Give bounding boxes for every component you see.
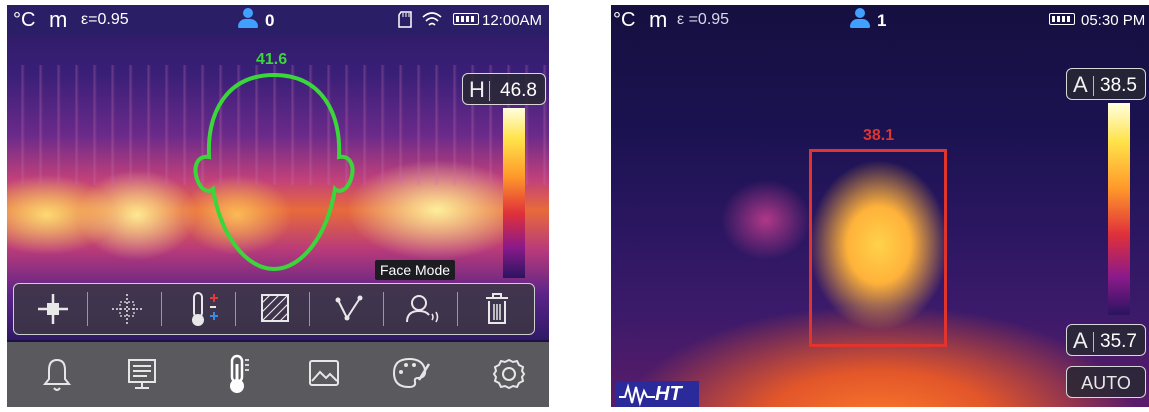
thermometer-icon xyxy=(230,354,249,393)
image-icon xyxy=(309,360,339,386)
unit-label: °C xyxy=(13,9,36,31)
wifi-icon xyxy=(422,12,442,26)
mode-label: m xyxy=(649,7,668,32)
menu-alarm[interactable] xyxy=(27,348,87,400)
measurement-toolbar xyxy=(13,283,535,335)
face-temperature-label: 38.1 xyxy=(863,127,895,144)
menu-settings[interactable] xyxy=(479,348,539,400)
tool-area-box[interactable] xyxy=(240,284,310,334)
menu-gallery[interactable] xyxy=(294,348,354,400)
clock-time: 05:30 PM xyxy=(1081,12,1146,29)
high-label: H xyxy=(469,77,485,102)
display-icon xyxy=(128,359,156,389)
emissivity-label: ε =0.95 xyxy=(677,11,730,28)
min-value: 35.7 xyxy=(1100,331,1137,352)
face-mode-icon xyxy=(406,295,439,323)
emissivity-label: ε=0.95 xyxy=(81,11,129,28)
person-count: 1 xyxy=(877,11,887,30)
battery-icon xyxy=(453,13,479,25)
line-profile-icon xyxy=(335,295,363,321)
person-icon xyxy=(849,8,871,28)
face-mode-tooltip: Face Mode xyxy=(375,260,456,280)
left-camera-screen: °C m ε=0.95 0 12:00AM 41.6 H 46.8 Face M… xyxy=(7,5,549,407)
face-outline-overlay xyxy=(193,72,355,272)
sd-card-icon xyxy=(398,11,412,28)
high-value: 46.8 xyxy=(500,80,537,101)
crosshair-icon xyxy=(38,294,68,324)
right-camera-screen: °C m ε =0.95 1 05:30 PM 38.1 A 38.5 A 35… xyxy=(611,5,1149,407)
bell-icon xyxy=(42,358,72,391)
max-temp-box: A 38.5 xyxy=(1066,68,1146,100)
tool-face-mode[interactable] xyxy=(388,284,458,334)
clock-time: 12:00AM xyxy=(482,12,543,29)
brand-text: HT xyxy=(655,383,682,405)
temperature-scale-bar xyxy=(503,108,525,278)
bottom-menu-bar xyxy=(7,342,549,407)
brand-logo: HT xyxy=(615,381,699,407)
tool-center-point[interactable] xyxy=(92,284,162,334)
face-detection-box xyxy=(809,149,947,347)
min-temp-box: A 35.7 xyxy=(1066,324,1146,356)
auto-range-button[interactable]: AUTO xyxy=(1066,366,1146,398)
battery-icon xyxy=(1049,13,1075,25)
menu-display[interactable] xyxy=(112,348,172,400)
tool-thermometer-marks[interactable] xyxy=(166,284,236,334)
menu-palette[interactable] xyxy=(379,348,439,400)
status-bar: °C m ε=0.95 0 12:00AM xyxy=(7,5,549,35)
thermometer-marks-icon xyxy=(192,292,218,326)
person-count: 0 xyxy=(265,11,275,30)
max-label: A xyxy=(1073,72,1088,97)
area-box-icon xyxy=(261,294,289,322)
auto-label: AUTO xyxy=(1081,373,1131,393)
unit-label: °C xyxy=(613,9,636,31)
temperature-scale-bar xyxy=(1108,103,1130,315)
min-label: A xyxy=(1073,328,1088,353)
trash-icon xyxy=(486,293,508,324)
settings-gear-icon xyxy=(492,358,526,390)
mode-label: m xyxy=(49,7,68,32)
waveform-icon xyxy=(619,383,655,407)
person-icon xyxy=(237,8,259,28)
high-temp-box: H 46.8 xyxy=(462,73,546,105)
center-point-icon xyxy=(112,294,142,324)
max-value: 38.5 xyxy=(1100,75,1137,96)
tool-crosshair[interactable] xyxy=(18,284,88,334)
tool-delete[interactable] xyxy=(462,284,532,334)
tool-line-profile[interactable] xyxy=(314,284,384,334)
status-bar: °C m ε =0.95 1 05:30 PM xyxy=(611,5,1149,35)
palette-icon xyxy=(392,357,431,389)
menu-measurement[interactable] xyxy=(207,348,267,400)
